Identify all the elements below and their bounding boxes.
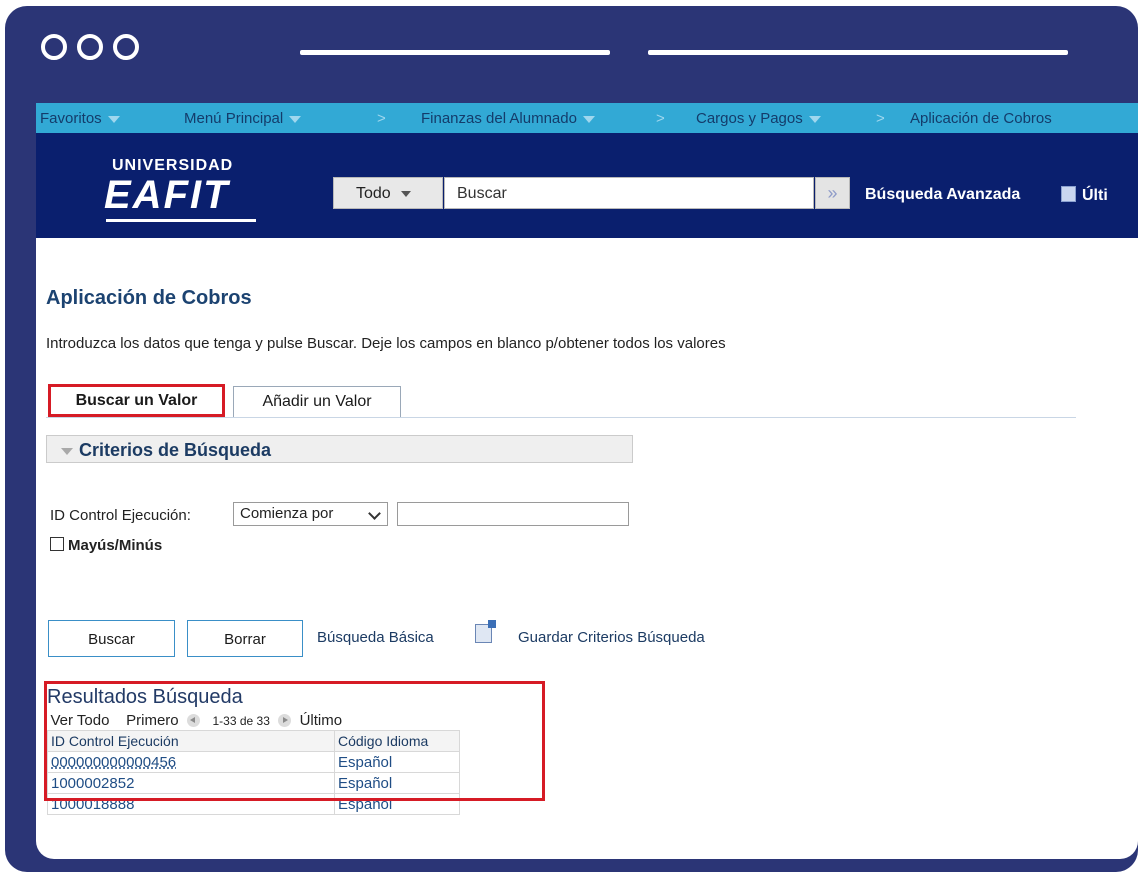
search-scope-select[interactable]: Todo <box>333 177 443 209</box>
dropdown-arrow-icon <box>400 190 411 197</box>
results-title: Resultados Búsqueda <box>47 686 243 708</box>
tab-buscar-valor[interactable]: Buscar un Valor <box>48 384 225 417</box>
tab-underline <box>46 417 1076 418</box>
save-criteria-link[interactable]: Guardar Criterios Búsqueda <box>518 629 705 646</box>
browser-content: Favoritos Menú Principal > Finanzas del … <box>36 103 1138 859</box>
search-go-icon[interactable]: » <box>815 177 850 209</box>
search-button[interactable]: Buscar <box>48 620 175 657</box>
nav-item-label: Menú Principal <box>184 110 284 127</box>
case-sensitive-checkbox[interactable] <box>50 537 64 551</box>
app-window-frame: Favoritos Menú Principal > Finanzas del … <box>5 6 1138 872</box>
page-title: Aplicación de Cobros <box>46 287 252 309</box>
nav-item-aplicacion-cobros[interactable]: Aplicación de Cobros <box>910 110 1052 127</box>
window-control-circle-icon <box>77 34 103 60</box>
table-header-row: ID Control Ejecución Código Idioma <box>47 730 460 752</box>
field-label-id-control: ID Control Ejecución: <box>50 507 191 524</box>
decorative-title-bar <box>300 50 610 55</box>
window-controls <box>41 34 139 60</box>
first-link[interactable]: Primero <box>126 712 179 729</box>
breadcrumb-nav: Favoritos Menú Principal > Finanzas del … <box>36 103 1138 133</box>
window-control-circle-icon <box>41 34 67 60</box>
criteria-title: Criterios de Búsqueda <box>79 440 272 460</box>
view-all-link[interactable]: Ver Todo <box>51 712 110 729</box>
results-nav-row: Ver Todo Primero 1-33 de 33 Último <box>48 710 460 731</box>
window-control-circle-icon <box>113 34 139 60</box>
logo-main-text: EAFIT <box>104 173 230 217</box>
last-link-label: Últi <box>1082 187 1108 204</box>
clear-button[interactable]: Borrar <box>187 620 303 657</box>
logo-underline <box>106 219 256 222</box>
cell-id-control[interactable]: 000000000000456 <box>47 751 335 773</box>
page-instructions: Introduzca los datos que tenga y pulse B… <box>46 335 726 352</box>
nav-item-label: Cargos y Pagos <box>696 110 803 127</box>
table-row[interactable]: 000000000000456 Español <box>47 751 460 773</box>
nav-item-label: Finanzas del Alumnado <box>421 110 577 127</box>
advanced-search-link[interactable]: Búsqueda Avanzada <box>865 186 1020 204</box>
nav-separator: > <box>377 110 386 127</box>
nav-item-menu-principal[interactable]: Menú Principal <box>184 110 302 127</box>
chevron-down-icon <box>368 507 381 520</box>
id-control-input[interactable] <box>397 502 629 526</box>
nav-item-favoritos[interactable]: Favoritos <box>40 110 120 127</box>
cell-idioma[interactable]: Español <box>334 793 460 815</box>
document-icon <box>1061 186 1076 202</box>
chevron-down-icon <box>808 115 821 123</box>
last-link[interactable]: Últi <box>1061 186 1108 205</box>
search-scope-value: Todo <box>356 185 391 202</box>
cell-idioma[interactable]: Español <box>334 772 460 794</box>
nav-item-label: Favoritos <box>40 110 102 127</box>
chevron-down-icon <box>289 115 302 123</box>
basic-search-link[interactable]: Búsqueda Básica <box>317 629 434 646</box>
search-criteria-header[interactable]: Criterios de Búsqueda <box>46 435 633 463</box>
tab-anadir-valor[interactable]: Añadir un Valor <box>233 386 401 417</box>
results-nav-cell: Ver Todo Primero 1-33 de 33 Último <box>48 710 460 731</box>
results-table: Ver Todo Primero 1-33 de 33 Último ID Co… <box>47 710 460 815</box>
column-header-id-control[interactable]: ID Control Ejecución <box>47 730 335 752</box>
next-icon[interactable] <box>278 713 292 727</box>
table-row[interactable]: 1000018888 Español <box>47 793 460 815</box>
nav-item-cargos-pagos[interactable]: Cargos y Pagos <box>696 110 821 127</box>
chevron-down-icon <box>107 115 120 123</box>
nav-separator: > <box>876 110 885 127</box>
global-search-input[interactable]: Buscar <box>444 177 814 209</box>
operator-select[interactable]: Comienza por <box>233 502 388 526</box>
collapse-triangle-icon <box>61 447 73 455</box>
cell-id-control[interactable]: 1000018888 <box>47 793 335 815</box>
case-sensitive-label: Mayús/Minús <box>68 537 163 554</box>
nav-separator: > <box>656 110 665 127</box>
table-row[interactable]: 1000002852 Español <box>47 772 460 794</box>
decorative-title-bar <box>648 50 1068 55</box>
last-link[interactable]: Último <box>300 712 343 729</box>
previous-icon[interactable] <box>186 713 200 727</box>
site-header: UNIVERSIDAD EAFIT Todo Buscar » Búsqueda… <box>36 133 1138 238</box>
chevron-down-icon <box>582 115 595 123</box>
cell-idioma[interactable]: Español <box>334 751 460 773</box>
column-header-idioma[interactable]: Código Idioma <box>334 730 460 752</box>
operator-value: Comienza por <box>240 505 334 522</box>
cell-id-control[interactable]: 1000002852 <box>47 772 335 794</box>
nav-item-finanzas[interactable]: Finanzas del Alumnado <box>421 110 595 127</box>
save-search-icon[interactable] <box>475 620 496 643</box>
results-range: 1-33 de 33 <box>212 713 270 728</box>
